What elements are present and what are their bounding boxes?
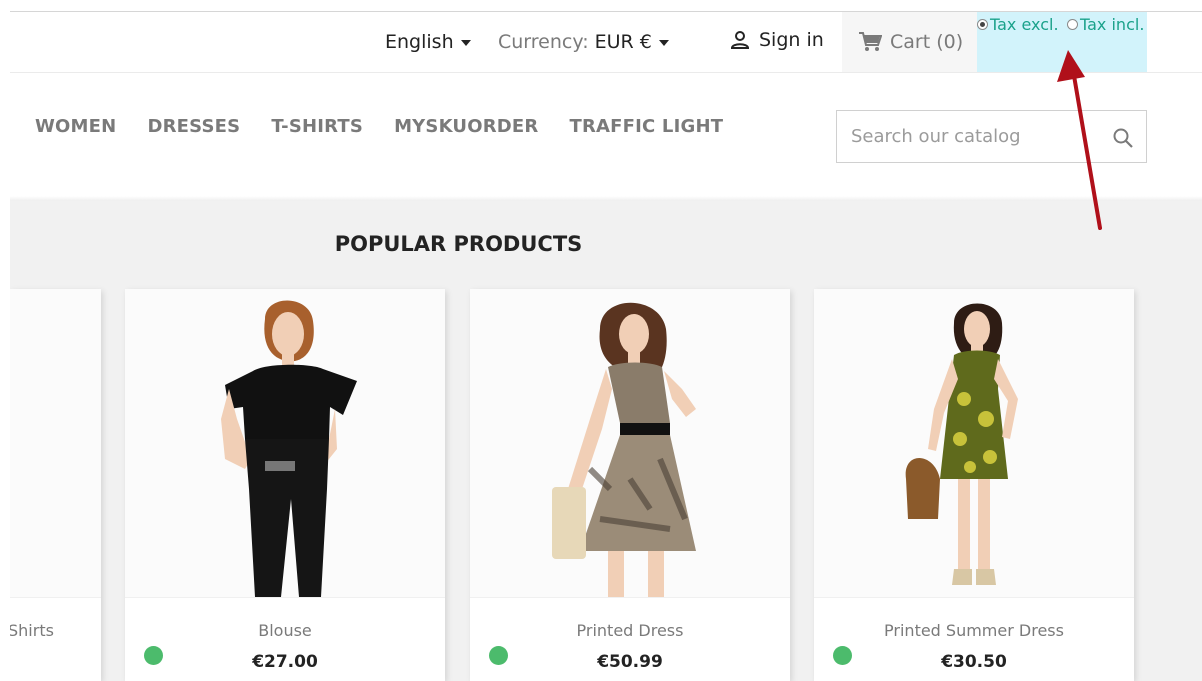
product-image[interactable] [10, 289, 101, 597]
language-selector[interactable]: English [385, 31, 471, 53]
user-icon [730, 31, 750, 49]
product-price: €27.00 [252, 652, 318, 672]
shopping-cart-icon [859, 32, 882, 51]
product-name[interactable]: Blouse [125, 621, 445, 640]
product-card[interactable]: Blouse €27.00 [125, 289, 445, 681]
cart-label: Cart (0) [890, 31, 964, 53]
model-summer-dress-image [905, 303, 1018, 585]
model-printed-dress-image [552, 302, 696, 597]
product-image[interactable] [814, 289, 1134, 597]
product-card[interactable]: Shirts [8, 289, 101, 681]
menu-item-women[interactable]: WOMEN [35, 116, 116, 137]
chevron-down-icon [460, 40, 471, 46]
product-name[interactable]: Shirts [8, 621, 88, 640]
annotation-arrow-icon [1057, 50, 1102, 230]
product-image[interactable] [470, 289, 790, 597]
tax-excl-option[interactable]: Tax excl. [977, 15, 1059, 34]
product-price: €30.50 [941, 652, 1007, 672]
product-name[interactable]: Printed Dress [470, 621, 790, 640]
chevron-down-icon [658, 40, 669, 46]
currency-label: Currency: [498, 31, 589, 53]
sign-in-link[interactable]: Sign in [729, 29, 824, 51]
cart-button[interactable]: Cart (0) [842, 12, 977, 72]
sign-in-label: Sign in [759, 29, 824, 51]
product-price: €50.99 [597, 652, 663, 672]
product-card[interactable]: Printed Summer Dress €30.50 [814, 289, 1134, 681]
language-label: English [385, 31, 454, 53]
tax-excl-label: Tax excl. [990, 15, 1059, 34]
product-image[interactable] [125, 289, 445, 597]
product-card[interactable]: Printed Dress €50.99 [470, 289, 790, 681]
model-blouse-image [221, 300, 357, 597]
menu-item-t-shirts[interactable]: T-SHIRTS [271, 116, 363, 137]
tax-incl-option[interactable]: Tax incl. [1067, 15, 1144, 34]
left-gutter [0, 0, 10, 681]
header-separator [10, 72, 1202, 73]
tax-incl-label: Tax incl. [1080, 15, 1145, 34]
menu-item-traffic-light[interactable]: TRAFFIC LIGHT [569, 116, 723, 137]
menu-item-myskuorder[interactable]: MYSKUORDER [394, 116, 538, 137]
menu-item-dresses[interactable]: DRESSES [147, 116, 240, 137]
radio-unselected[interactable] [1067, 19, 1078, 30]
currency-selector[interactable]: Currency: EUR € [498, 31, 669, 53]
product-name[interactable]: Printed Summer Dress [814, 621, 1134, 640]
main-menu: WOMEN DRESSES T-SHIRTS MYSKUORDER TRAFFI… [35, 116, 754, 137]
currency-value: EUR € [594, 31, 652, 53]
section-title: POPULAR PRODUCTS [334, 232, 583, 256]
radio-selected[interactable] [977, 19, 988, 30]
